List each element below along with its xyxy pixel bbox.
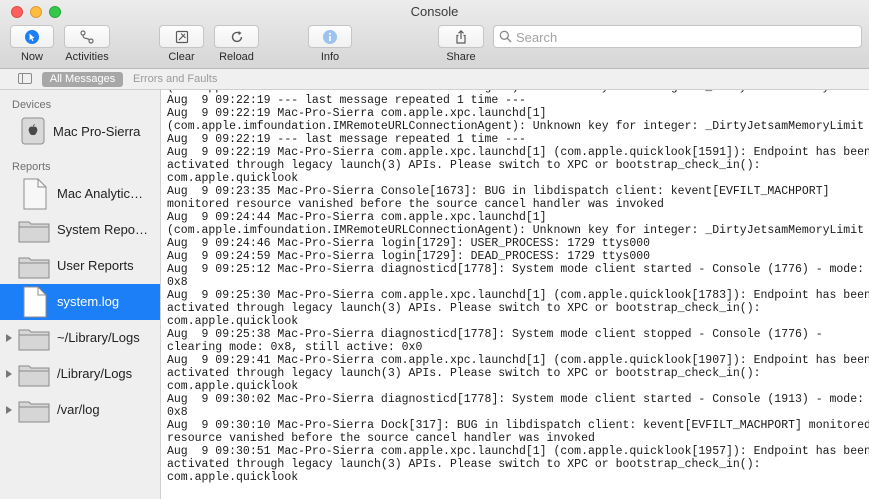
folder-icon: [18, 221, 50, 243]
reload-label: Reload: [219, 51, 254, 63]
log-view[interactable]: (com.apple.imfoundation.IMRemoteURLConne…: [162, 90, 869, 499]
console-window: Console Now Activities Clear Reload Info…: [0, 0, 869, 499]
log-line: monitored resource vanished before the s…: [167, 198, 664, 211]
log-line: activated through legacy launch(3) APIs.…: [167, 159, 761, 172]
activities-button[interactable]: [64, 25, 110, 48]
log-line: com.apple.quicklook: [167, 471, 299, 484]
sidebar-item-label: ~/Library/Logs: [57, 330, 140, 345]
log-line: 0x8: [167, 276, 188, 289]
share-label: Share: [446, 51, 476, 63]
reports-header: Reports: [12, 161, 51, 173]
sidebar-item-label: Mac Analytic…: [57, 186, 143, 201]
folder-icon: [18, 365, 50, 387]
sidebar-item-user-reports[interactable]: User Reports: [0, 248, 160, 284]
sidebar-item-label: System Repo…: [57, 222, 149, 237]
log-line: Aug 9 09:24:46 Mac-Pro-Sierra login[1729…: [167, 237, 651, 250]
sidebar-toggle-icon[interactable]: [18, 73, 32, 84]
sidebar-item-user-library-logs[interactable]: ~/Library/Logs: [0, 320, 160, 356]
sidebar: Devices Mac Pro-Sierra Reports Mac Analy…: [0, 90, 161, 499]
filter-bar: All Messages Errors and Faults: [0, 69, 869, 90]
log-line: resource vanished before the source canc…: [167, 432, 595, 445]
clear-button[interactable]: [159, 25, 204, 48]
log-line: Aug 9 09:30:02 Mac-Pro-Sierra diagnostic…: [167, 393, 865, 406]
log-line: activated through legacy launch(3) APIs.…: [167, 458, 761, 471]
log-line: 0x8: [167, 406, 188, 419]
log-line: Aug 9 09:30:51 Mac-Pro-Sierra com.apple.…: [167, 445, 869, 458]
window-title: Console: [410, 4, 459, 19]
log-line: clearing mode: 0x8, still active: 0x0: [167, 341, 423, 354]
log-line: activated through legacy launch(3) APIs.…: [167, 302, 761, 315]
info-button[interactable]: [308, 25, 352, 48]
log-line: Aug 9 09:22:19 --- last message repeated…: [167, 94, 526, 107]
sidebar-item-label: system.log: [57, 294, 120, 309]
share-icon: [456, 29, 466, 44]
log-line: Aug 9 09:25:38 Mac-Pro-Sierra diagnostic…: [167, 328, 823, 341]
document-icon: [23, 178, 47, 210]
title-bar: Console Now Activities Clear Reload Info…: [0, 0, 869, 69]
folder-icon: [18, 329, 50, 351]
log-line: com.apple.quicklook: [167, 315, 299, 328]
reload-icon: [231, 30, 242, 42]
disclosure-triangle-icon[interactable]: [6, 334, 12, 342]
sidebar-item-label: /Library/Logs: [57, 366, 133, 381]
log-line: (com.apple.imfoundation.IMRemoteURLConne…: [167, 120, 865, 133]
log-line: Aug 9 09:24:59 Mac-Pro-Sierra login[1729…: [167, 250, 651, 263]
info-label: Info: [320, 51, 340, 63]
log-line: Aug 9 09:22:19 --- last message repeated…: [167, 133, 526, 146]
search-input[interactable]: [516, 29, 846, 45]
clear-label: Clear: [168, 51, 195, 63]
log-line: Aug 9 09:25:30 Mac-Pro-Sierra com.apple.…: [167, 289, 869, 302]
sidebar-item-system-reports[interactable]: System Repo…: [0, 212, 160, 248]
log-line: Aug 9 09:29:41 Mac-Pro-Sierra com.apple.…: [167, 354, 869, 367]
log-line: Aug 9 09:24:44 Mac-Pro-Sierra com.apple.…: [167, 211, 547, 224]
log-line: activated through legacy launch(3) APIs.…: [167, 367, 761, 380]
search-field[interactable]: [493, 25, 862, 48]
sidebar-item-library-logs[interactable]: /Library/Logs: [0, 356, 160, 392]
clear-icon: [175, 30, 188, 43]
log-line: Aug 9 09:30:10 Mac-Pro-Sierra Dock[317]:…: [167, 419, 869, 432]
share-button[interactable]: [438, 25, 484, 48]
folder-icon: [18, 257, 50, 279]
sidebar-item-label: /var/log: [57, 402, 100, 417]
sidebar-item-label: User Reports: [57, 258, 134, 273]
log-line: com.apple.quicklook: [167, 172, 299, 185]
devices-header: Devices: [12, 99, 52, 111]
tab-all-messages[interactable]: All Messages: [42, 72, 123, 87]
folder-icon: [18, 401, 50, 423]
log-line: Aug 9 09:23:35 Mac-Pro-Sierra Console[16…: [167, 185, 830, 198]
sidebar-item-label: Mac Pro-Sierra: [53, 124, 141, 139]
sidebar-item-mac-analytics[interactable]: Mac Analytic…: [0, 176, 160, 212]
search-icon: [499, 30, 512, 43]
info-icon: [323, 29, 337, 44]
now-icon: [25, 29, 39, 44]
document-icon: [23, 286, 47, 318]
log-line: Aug 9 09:22:19 Mac-Pro-Sierra com.apple.…: [167, 146, 869, 159]
sidebar-item-system-log[interactable]: system.log: [0, 284, 160, 320]
log-line: com.apple.quicklook: [167, 380, 299, 393]
log-line: Aug 9 09:25:12 Mac-Pro-Sierra diagnostic…: [167, 263, 865, 276]
disclosure-triangle-icon[interactable]: [6, 370, 12, 378]
log-line: Aug 9 09:22:19 Mac-Pro-Sierra com.apple.…: [167, 107, 547, 120]
reload-button[interactable]: [214, 25, 259, 48]
disclosure-triangle-icon[interactable]: [6, 406, 12, 414]
now-button[interactable]: [10, 25, 54, 48]
activities-label: Activities: [65, 51, 109, 63]
computer-icon: [21, 117, 45, 145]
log-line: (com.apple.imfoundation.IMRemoteURLConne…: [167, 224, 865, 237]
log-text: (com.apple.imfoundation.IMRemoteURLConne…: [167, 90, 869, 484]
sidebar-item-mac-pro-sierra[interactable]: Mac Pro-Sierra: [0, 114, 160, 150]
now-label: Now: [20, 51, 43, 63]
sidebar-item-var-log[interactable]: /var/log: [0, 392, 160, 428]
tab-errors-and-faults[interactable]: Errors and Faults: [133, 72, 217, 87]
activities-icon: [80, 29, 94, 44]
